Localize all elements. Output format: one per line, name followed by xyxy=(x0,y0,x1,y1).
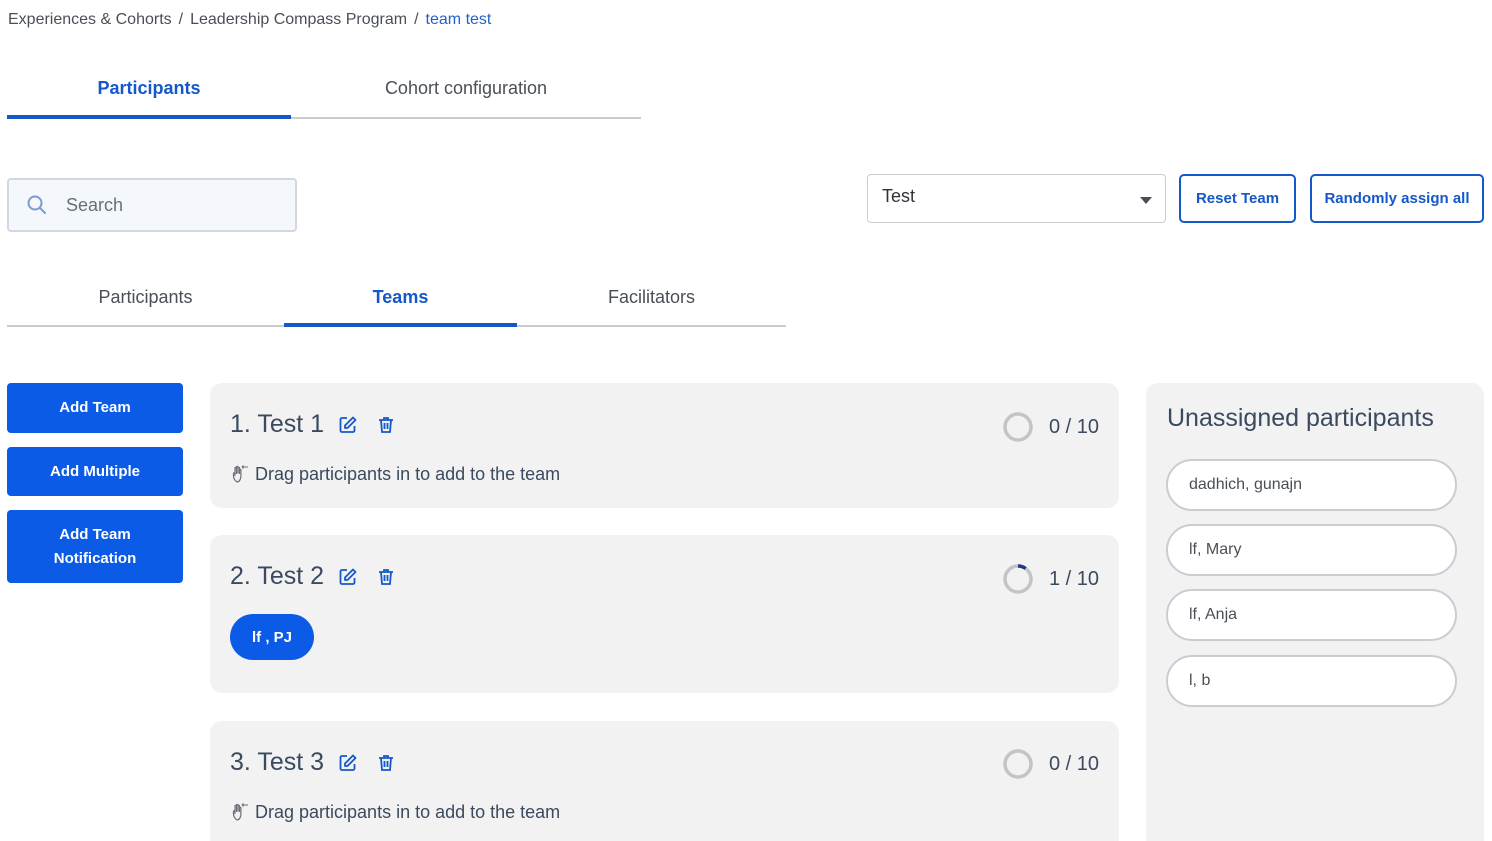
subtab-facilitators[interactable]: Facilitators xyxy=(517,276,786,325)
reset-team-button[interactable]: Reset Team xyxy=(1179,174,1296,223)
unassigned-title: Unassigned participants xyxy=(1167,404,1434,432)
search-icon xyxy=(27,195,46,214)
breadcrumb-separator: / xyxy=(414,11,419,28)
team-name: 1. Test 1 xyxy=(230,410,325,438)
team-card: 2. Test 2 1 / 10 lf , PJ xyxy=(210,535,1119,693)
breadcrumb-current: team test xyxy=(425,11,492,28)
team-count: 0 / 10 xyxy=(1002,411,1099,443)
team-count-value: 0 / 10 xyxy=(1048,415,1099,438)
breadcrumb: Experiences & Cohorts / Leadership Compa… xyxy=(8,11,491,29)
participant-chip[interactable]: l, b xyxy=(1166,655,1457,707)
edit-icon[interactable] xyxy=(338,753,358,773)
team-count: 0 / 10 xyxy=(1002,748,1099,780)
drag-hint-text: Drag participants in to add to the team xyxy=(255,802,561,822)
subtab-participants[interactable]: Participants xyxy=(7,276,284,325)
breadcrumb-separator: / xyxy=(178,11,184,28)
sub-tabs: Participants Teams Facilitators xyxy=(7,276,786,327)
team-title: 3. Test 3 xyxy=(230,748,414,777)
team-select[interactable]: Test xyxy=(867,174,1166,223)
add-team-notification-label-line2: Notification xyxy=(53,549,137,567)
unassigned-participants-panel: Unassigned participants dadhich, gunajn … xyxy=(1146,383,1484,841)
add-team-notification-button[interactable]: Add Team Notification xyxy=(7,510,183,583)
drag-hint: Drag participants in to add to the team xyxy=(230,802,560,823)
participant-chip[interactable]: lf, Anja xyxy=(1166,589,1457,641)
drag-hint-text: Drag participants in to add to the team xyxy=(255,464,561,484)
edit-icon[interactable] xyxy=(338,415,358,435)
drag-hand-icon xyxy=(232,803,248,821)
team-select-value: Test xyxy=(882,186,916,206)
drag-hand-icon xyxy=(232,465,248,483)
team-card: 3. Test 3 0 / 10 Drag participants in to… xyxy=(210,721,1119,841)
team-member-chip[interactable]: lf , PJ xyxy=(230,614,315,660)
search-box[interactable] xyxy=(7,178,297,232)
tab-cohort-configuration[interactable]: Cohort configuration xyxy=(291,66,641,117)
add-multiple-button[interactable]: Add Multiple xyxy=(7,447,183,496)
edit-icon[interactable] xyxy=(338,567,358,587)
participant-chip[interactable]: dadhich, gunajn xyxy=(1166,459,1457,511)
breadcrumb-experiences-cohorts[interactable]: Experiences & Cohorts xyxy=(8,11,172,29)
add-team-button[interactable]: Add Team xyxy=(7,383,183,433)
team-count-value: 0 / 10 xyxy=(1048,752,1099,775)
team-card: 1. Test 1 0 / 10 Drag participants in to… xyxy=(210,383,1119,508)
progress-ring-icon xyxy=(1003,412,1033,442)
randomly-assign-all-button[interactable]: Randomly assign all xyxy=(1310,174,1484,223)
subtab-teams[interactable]: Teams xyxy=(284,276,517,327)
trash-icon[interactable] xyxy=(376,567,396,587)
team-title: 1. Test 1 xyxy=(230,410,414,439)
drag-hint: Drag participants in to add to the team xyxy=(230,464,560,485)
chevron-down-icon xyxy=(1140,197,1152,204)
team-count: 1 / 10 xyxy=(1002,563,1099,595)
team-title: 2. Test 2 xyxy=(230,562,414,591)
participant-chip[interactable]: lf, Mary xyxy=(1166,524,1457,576)
trash-icon[interactable] xyxy=(376,753,396,773)
progress-ring-icon xyxy=(1003,749,1033,779)
search-input[interactable] xyxy=(66,194,286,216)
add-team-notification-label-line1: Add Team xyxy=(59,525,131,543)
team-count-value: 1 / 10 xyxy=(1048,567,1099,590)
team-name: 3. Test 3 xyxy=(230,748,325,776)
trash-icon[interactable] xyxy=(376,415,396,435)
team-name: 2. Test 2 xyxy=(230,562,325,590)
breadcrumb-program[interactable]: Leadership Compass Program xyxy=(190,11,407,29)
tab-participants[interactable]: Participants xyxy=(7,66,291,119)
progress-ring-icon xyxy=(1003,564,1033,594)
top-tabs: Participants Cohort configuration xyxy=(7,66,641,119)
